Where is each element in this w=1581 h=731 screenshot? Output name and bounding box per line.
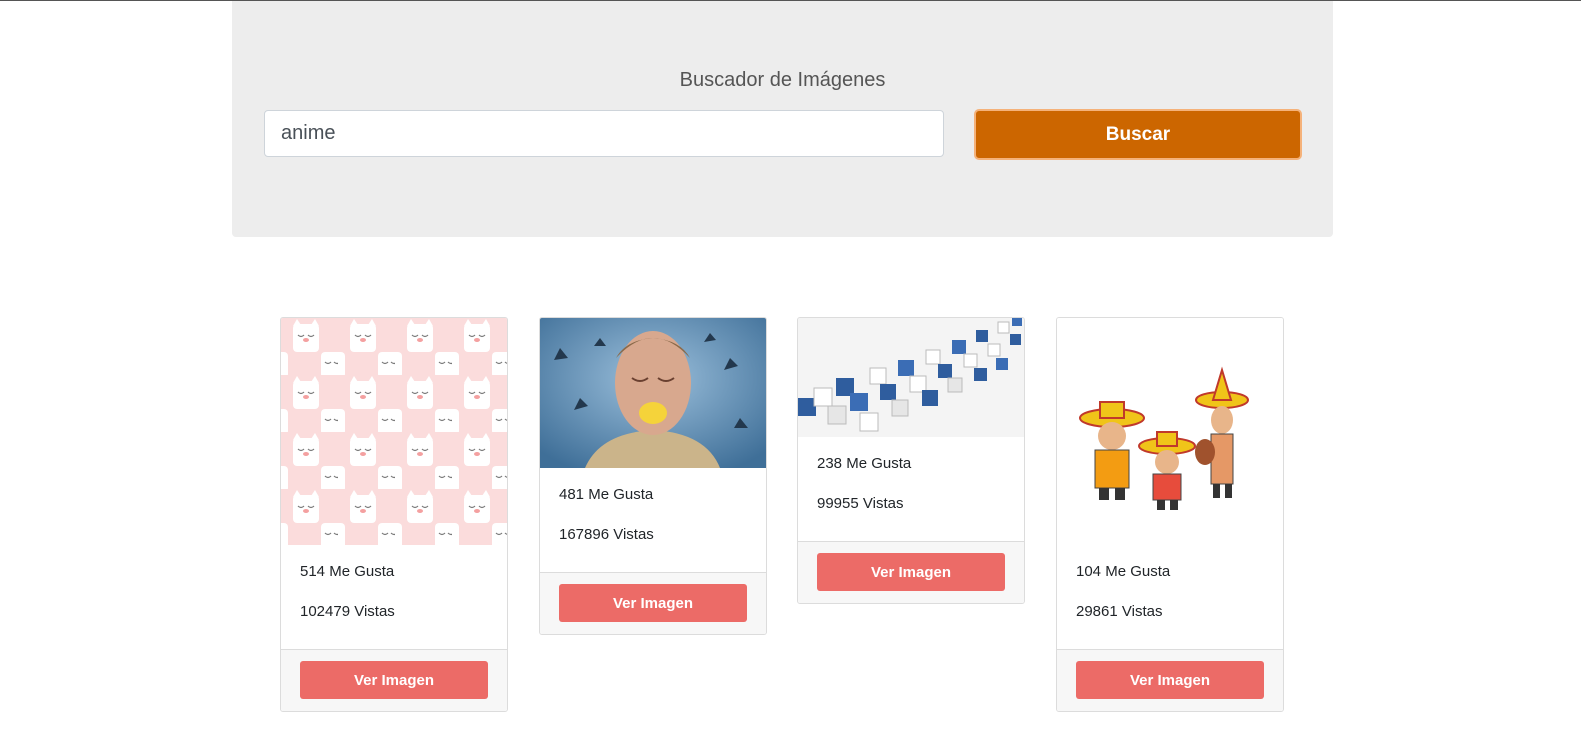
views-count: 102479 Vistas [300, 603, 395, 620]
likes-count: 238 Me Gusta [817, 455, 912, 472]
likes-count: 481 Me Gusta [559, 486, 654, 503]
view-image-button[interactable]: Ver Imagen [1076, 661, 1264, 699]
search-input[interactable] [264, 110, 944, 157]
blue-white-cubes-image [798, 318, 1024, 437]
card-footer: Ver Imagen [1057, 649, 1283, 711]
mariachi-cartoon-image [1057, 318, 1283, 545]
card-body: 238 Me Gusta 99955 Vistas [798, 437, 1024, 541]
view-image-button[interactable]: Ver Imagen [300, 661, 488, 699]
card-footer: Ver Imagen [281, 649, 507, 711]
card-body: 104 Me Gusta 29861 Vistas [1057, 545, 1283, 649]
view-image-button[interactable]: Ver Imagen [559, 584, 747, 622]
card-footer: Ver Imagen [540, 572, 766, 634]
likes-count: 514 Me Gusta [300, 563, 395, 580]
image-card: 514 Me Gusta 102479 Vistas Ver Imagen [280, 317, 508, 712]
image-card: 104 Me Gusta 29861 Vistas Ver Imagen [1056, 317, 1284, 712]
page-title: Buscador de Imágenes [679, 69, 886, 91]
views-count: 99955 Vistas [817, 495, 904, 512]
card-body: 481 Me Gusta 167896 Vistas [540, 468, 766, 572]
search-button[interactable]: Buscar [974, 109, 1302, 160]
image-card: 238 Me Gusta 99955 Vistas Ver Imagen [797, 317, 1025, 604]
image-card: 481 Me Gusta 167896 Vistas Ver Imagen [539, 317, 767, 635]
man-eating-lemon-image [540, 318, 766, 468]
views-count: 29861 Vistas [1076, 603, 1163, 620]
view-image-button[interactable]: Ver Imagen [817, 553, 1005, 591]
card-footer: Ver Imagen [798, 541, 1024, 603]
pink-cat-pattern-image [281, 318, 507, 545]
search-panel: Buscador de Imágenes Buscar [232, 1, 1333, 237]
likes-count: 104 Me Gusta [1076, 563, 1171, 580]
views-count: 167896 Vistas [559, 526, 654, 543]
card-body: 514 Me Gusta 102479 Vistas [281, 545, 507, 649]
